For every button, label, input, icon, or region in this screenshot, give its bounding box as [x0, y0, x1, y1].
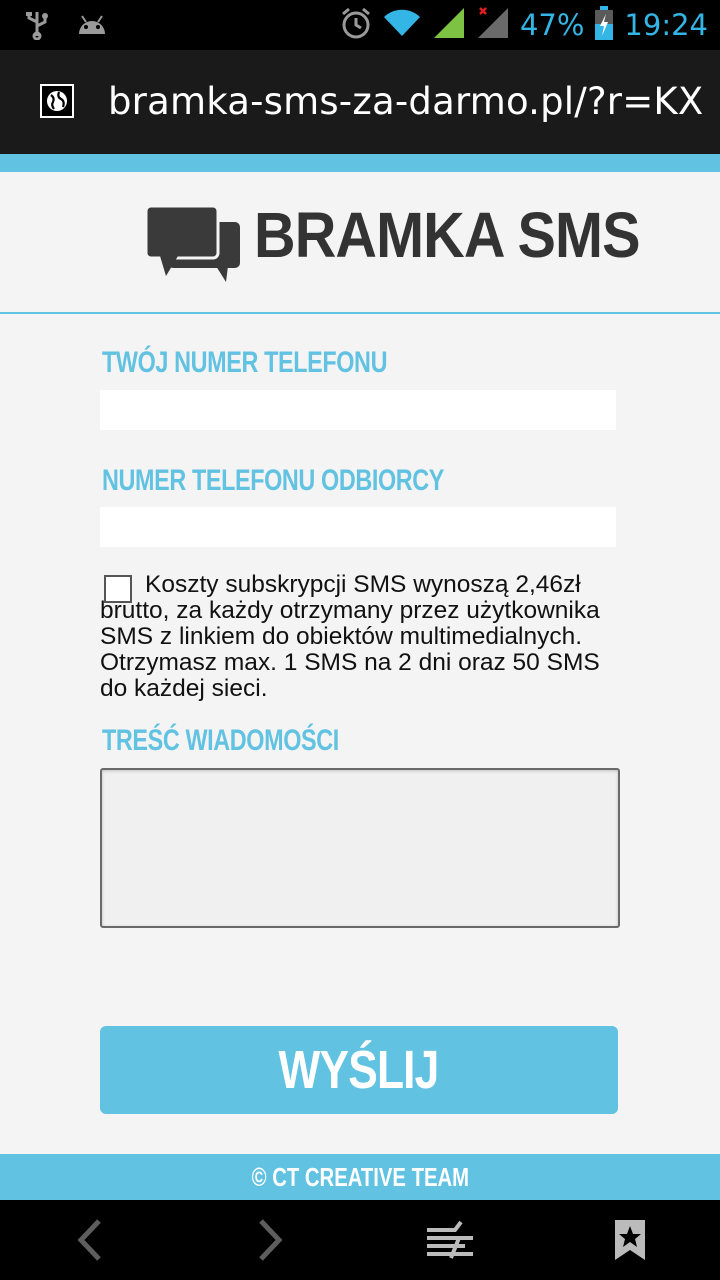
- android-debug-icon: [76, 12, 108, 42]
- footer-text: © CT CREATIVE TEAM: [251, 1161, 469, 1192]
- signal-no-data-icon: [476, 6, 510, 44]
- consent-text: Koszty subskrypcji SMS wynoszą 2,46zł br…: [100, 571, 600, 702]
- battery-charging-icon: [594, 6, 614, 44]
- back-button[interactable]: [30, 1200, 150, 1280]
- top-accent-stripe: [0, 154, 720, 172]
- logo-text: BRAMKA SMS: [254, 199, 641, 271]
- tabs-icon: [427, 1220, 473, 1259]
- sender-number-label: TWÓJ NUMER TELEFONU: [102, 346, 388, 379]
- recipient-number-label: NUMER TELEFONU ODBIORCY: [102, 464, 445, 497]
- tabs-button[interactable]: [390, 1200, 510, 1280]
- send-button[interactable]: WYŚLIJ: [100, 1026, 618, 1114]
- bookmark-star-icon: [615, 1220, 645, 1260]
- usb-icon: [24, 10, 50, 44]
- battery-percent: 47%: [519, 8, 585, 42]
- site-footer: © CT CREATIVE TEAM: [0, 1154, 720, 1200]
- alarm-icon: [340, 6, 372, 44]
- message-textarea[interactable]: [100, 768, 620, 928]
- site-favicon-icon: [40, 84, 74, 118]
- send-button-label: WYŚLIJ: [279, 1040, 440, 1100]
- site-header: BRAMKA SMS: [0, 172, 720, 314]
- recipient-number-input[interactable]: [100, 507, 616, 547]
- chevron-left-icon: [77, 1219, 101, 1261]
- url-bar[interactable]: bramka-sms-za-darmo.pl/?r=KX: [0, 50, 720, 154]
- url-text[interactable]: bramka-sms-za-darmo.pl/?r=KX: [108, 80, 703, 123]
- browser-nav-bar: [0, 1200, 720, 1280]
- chevron-right-icon: [259, 1219, 283, 1261]
- sender-number-input[interactable]: [100, 390, 616, 430]
- forward-button[interactable]: [210, 1200, 330, 1280]
- chat-bubbles-logo-icon: [144, 204, 242, 288]
- signal-icon: [432, 6, 466, 44]
- consent-checkbox[interactable]: [104, 575, 132, 603]
- message-label: TREŚĆ WIADOMOŚCI: [102, 724, 339, 757]
- bookmarks-button[interactable]: [570, 1200, 690, 1280]
- status-bar: 47% 19:24: [0, 0, 720, 50]
- wifi-icon: [382, 8, 422, 42]
- clock: 19:24: [624, 8, 708, 42]
